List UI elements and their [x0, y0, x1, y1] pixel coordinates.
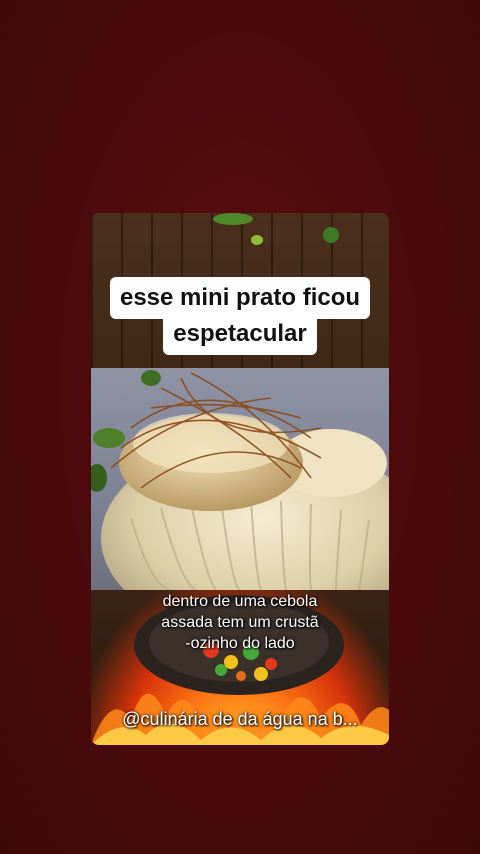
- herb-decoration-icon: [251, 235, 263, 245]
- caption-line-1: esse mini prato ficou: [109, 277, 371, 319]
- herb-decoration-icon: [213, 213, 253, 225]
- subtitle-line-3: -ozinho do lado: [185, 635, 295, 652]
- author-handle[interactable]: @culinária de da água na b...: [91, 707, 389, 731]
- stuffed-onion-illustration: [91, 370, 389, 590]
- food-photo: [91, 368, 389, 590]
- video-card[interactable]: esse mini prato ficou espetacular dentro…: [91, 213, 389, 745]
- caption-overlay: esse mini prato ficou espetacular: [91, 277, 389, 355]
- herb-decoration-icon: [323, 227, 339, 243]
- caption-line-2: espetacular: [163, 313, 317, 355]
- subtitle-line-2: assada tem um crustã: [161, 614, 319, 631]
- video-subtitle: dentro de uma cebola assada tem um crust…: [91, 591, 389, 654]
- subtitle-line-1: dentro de uma cebola: [162, 593, 318, 610]
